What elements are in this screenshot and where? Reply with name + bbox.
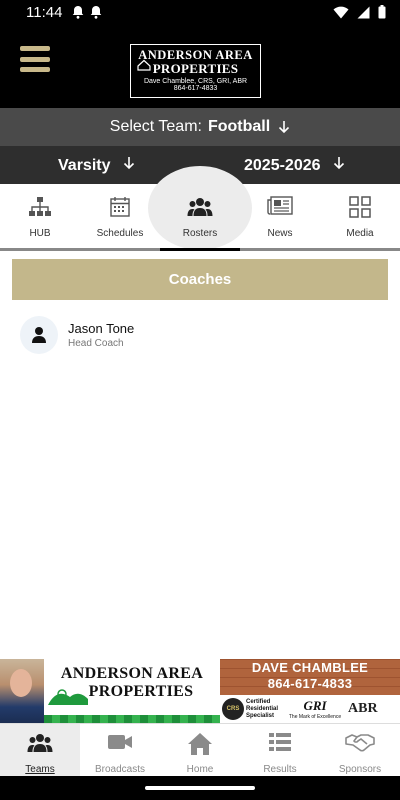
nav-results[interactable]: Results bbox=[240, 724, 320, 777]
tab-label: Rosters bbox=[182, 228, 218, 239]
home-icon bbox=[188, 733, 212, 755]
sponsor-ad-banner[interactable]: ANDERSON AREA PROPERTIES DAVE CHAMBLEE 8… bbox=[0, 659, 400, 723]
sponsor-logo[interactable]: ANDERSON AREA PROPERTIES Dave Chamblee, … bbox=[130, 44, 261, 98]
house-logo-icon bbox=[137, 59, 151, 71]
status-bar: 11:44 bbox=[0, 0, 400, 24]
person-icon bbox=[32, 327, 46, 343]
season-selector[interactable]: 2025-2026 bbox=[244, 156, 345, 175]
gri-logo: GRI The Mark of Excellence bbox=[288, 698, 342, 720]
bottom-nav: Teams Broadcasts Home Results Sponsors bbox=[0, 723, 400, 777]
tab-label: Schedules bbox=[96, 228, 144, 239]
logo-line-3: Dave Chamblee, CRS, GRI, ABR bbox=[143, 78, 248, 85]
nav-label: Home bbox=[186, 764, 214, 775]
arrow-down-icon bbox=[123, 157, 135, 170]
nav-label: Sponsors bbox=[338, 764, 382, 775]
system-navigation-bar bbox=[0, 776, 400, 800]
arrow-down-icon bbox=[279, 121, 290, 134]
nav-label: Results bbox=[263, 764, 297, 775]
bell-icon bbox=[73, 6, 84, 19]
crs-text: Certified Residential Specialist bbox=[246, 698, 279, 719]
home-gesture-handle[interactable] bbox=[145, 786, 255, 790]
hill-logo-icon bbox=[48, 689, 88, 705]
abr-logo: ABR bbox=[348, 701, 378, 716]
tab-media[interactable]: Media bbox=[320, 184, 400, 248]
status-time: 11:44 bbox=[26, 3, 63, 21]
teams-icon bbox=[27, 734, 53, 752]
ad-brand-logo: ANDERSON AREA PROPERTIES bbox=[44, 659, 220, 723]
team-selector[interactable]: Select Team: Football bbox=[0, 108, 400, 146]
team-select-label: Select Team: bbox=[109, 118, 202, 135]
level-selector[interactable]: Varsity bbox=[58, 156, 135, 175]
ad-agent-contact: DAVE CHAMBLEE 864-617-4833 bbox=[220, 659, 400, 695]
hub-icon bbox=[29, 197, 51, 216]
team-select-value: Football bbox=[207, 118, 271, 135]
hamburger-menu-icon[interactable] bbox=[20, 46, 50, 72]
ad-agent-name: DAVE CHAMBLEE bbox=[251, 660, 369, 675]
crs-badge-icon: CRS bbox=[222, 698, 244, 720]
signal-icon bbox=[357, 6, 370, 18]
bell-icon bbox=[91, 6, 102, 19]
person-name: Jason Tone bbox=[68, 321, 135, 336]
tab-rosters[interactable]: Rosters bbox=[148, 166, 252, 250]
roster-person-row[interactable]: Jason Tone Head Coach bbox=[20, 314, 380, 356]
arrow-down-icon bbox=[333, 157, 345, 170]
level-value: Varsity bbox=[58, 157, 111, 174]
tab-underline bbox=[0, 248, 400, 251]
person-info: Jason Tone Head Coach bbox=[68, 321, 134, 349]
season-value: 2025-2026 bbox=[244, 157, 321, 174]
logo-line-4: 864-617-4833 bbox=[173, 85, 218, 92]
tab-hub[interactable]: HUB bbox=[0, 184, 80, 248]
ad-brand-line-1: ANDERSON AREA bbox=[60, 665, 204, 682]
active-tab-indicator bbox=[160, 248, 240, 251]
app-header: ANDERSON AREA PROPERTIES Dave Chamblee, … bbox=[0, 24, 400, 108]
results-list-icon bbox=[269, 733, 291, 751]
grid-icon bbox=[349, 196, 371, 218]
system-icons bbox=[333, 5, 386, 19]
nav-teams[interactable]: Teams bbox=[0, 724, 80, 777]
battery-icon bbox=[378, 5, 386, 19]
agent-photo bbox=[0, 659, 44, 723]
notification-icons bbox=[72, 5, 102, 19]
ad-agent-phone: 864-617-4833 bbox=[267, 676, 353, 691]
nav-broadcasts[interactable]: Broadcasts bbox=[80, 724, 160, 777]
tab-label: News bbox=[267, 228, 293, 239]
handshake-icon bbox=[345, 734, 375, 752]
nav-label: Teams bbox=[25, 764, 55, 775]
wifi-icon bbox=[333, 6, 349, 19]
nav-label: Broadcasts bbox=[94, 764, 146, 775]
people-icon bbox=[187, 198, 213, 216]
avatar bbox=[20, 316, 58, 354]
video-camera-icon bbox=[108, 735, 132, 749]
tab-news[interactable]: News bbox=[240, 184, 320, 248]
ad-credentials: CRS Certified Residential Specialist GRI… bbox=[220, 695, 400, 723]
coaches-section-header: Coaches bbox=[12, 259, 388, 300]
person-role: Head Coach bbox=[68, 338, 124, 349]
calendar-icon bbox=[110, 197, 130, 217]
nav-sponsors[interactable]: Sponsors bbox=[320, 724, 400, 777]
tab-label: Media bbox=[346, 228, 374, 239]
newspaper-icon bbox=[267, 196, 293, 215]
nav-home[interactable]: Home bbox=[160, 724, 240, 777]
section-tabs: HUB Schedules Rosters News Media bbox=[0, 166, 400, 250]
tab-label: HUB bbox=[29, 228, 51, 239]
